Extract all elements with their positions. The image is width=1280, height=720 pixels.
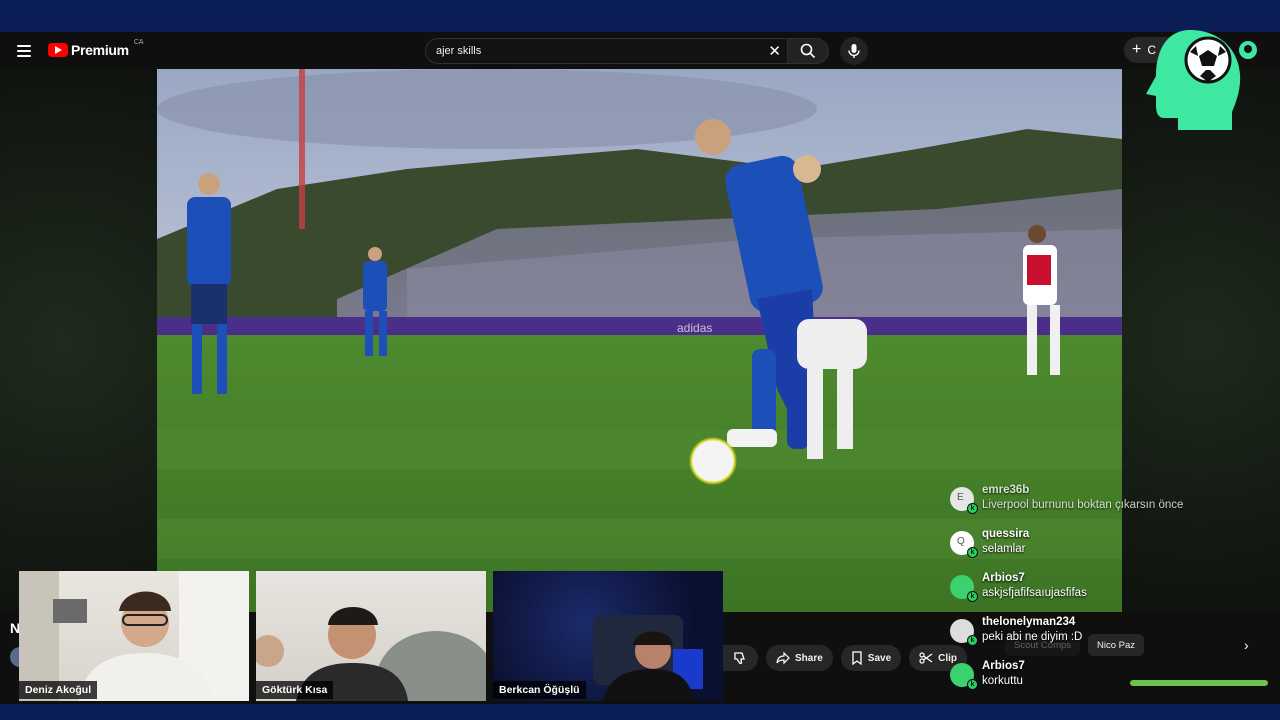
webcam-gokturk: Göktürk Kısa [256,571,486,701]
chat-message: E k emre36b Liverpool burnunu boktan çık… [950,484,1270,519]
chat-avatar: k [950,663,978,690]
chat-username: thelonelyman234 [982,616,1076,628]
menu-icon[interactable] [12,39,36,63]
chat-text: peki abi ne diyim :D [982,631,1083,643]
chat-overlay: E k emre36b Liverpool burnunu boktan çık… [950,484,1270,704]
chat-text: korkuttu [982,675,1023,687]
youtube-play-icon [48,43,68,57]
chat-username: quessira [982,528,1030,540]
video-blur-left [0,69,157,612]
chat-avatar: k [950,619,978,646]
chat-avatar: k [950,575,978,602]
chat-message: k thelonelyman234 peki abi ne diyim :D [950,616,1270,651]
chat-message: Q k quessira selamlar [950,528,1270,563]
search-icon [800,43,816,59]
video-actions: Share Save Clip [722,645,968,673]
search-input[interactable] [436,45,756,57]
stream-screen: Premium CA ✕ + C [0,0,1280,720]
chat-avatar: E k [950,487,978,514]
chat-message: k Arbios7 askjsfjafifsaıujasfifas [950,572,1270,607]
chat-progress-bar [1130,680,1268,686]
platform-badge-icon: k [967,635,978,646]
webcam-name: Göktürk Kısa [256,681,334,699]
chat-text: askjsfjafifsaıujasfifas [982,587,1087,599]
youtube-topbar: Premium CA ✕ + C [0,32,1280,69]
dislike-button[interactable] [722,645,758,671]
platform-badge-icon: k [967,547,978,558]
webcam-deniz: Deniz Akoğul [19,571,249,701]
logo-text: Premium [71,42,129,58]
chat-message: k Arbios7 korkuttu [950,660,1270,695]
clear-search-icon[interactable]: ✕ [768,42,781,60]
share-icon [776,651,790,665]
scissors-icon [919,652,933,664]
platform-badge-icon: k [967,591,978,602]
voice-search-button[interactable] [840,37,868,65]
chat-username: emre36b [982,484,1030,496]
ad-board-text: adidas [677,321,712,335]
logo-region: CA [133,38,144,46]
search-button[interactable] [787,38,829,64]
chat-avatar: Q k [950,531,978,558]
save-button[interactable]: Save [840,645,902,671]
webcam-name: Berkcan Öğüşlü [493,681,586,699]
thumbs-down-icon [734,652,745,665]
bottom-strip [0,704,1280,720]
platform-badge-icon: k [967,679,978,690]
chat-text: selamlar [982,543,1026,555]
chat-username: Arbios7 [982,572,1025,584]
youtube-logo[interactable]: Premium CA [48,38,144,58]
webcam-name: Deniz Akoğul [19,681,98,699]
chat-username: Arbios7 [982,660,1025,672]
search-box: ✕ [425,38,787,64]
share-label: Share [795,652,823,664]
save-label: Save [867,652,892,664]
platform-badge-icon: k [967,503,978,514]
mic-icon [848,44,860,58]
account-avatar-icon[interactable] [1238,40,1258,60]
bookmark-icon [852,651,862,665]
share-button[interactable]: Share [766,645,833,671]
chat-text: Liverpool burnunu boktan çıkarsın önce [982,499,1184,511]
brain-football-logo [1146,30,1241,130]
webcam-berkcan: Berkcan Öğüşlü [493,571,723,701]
